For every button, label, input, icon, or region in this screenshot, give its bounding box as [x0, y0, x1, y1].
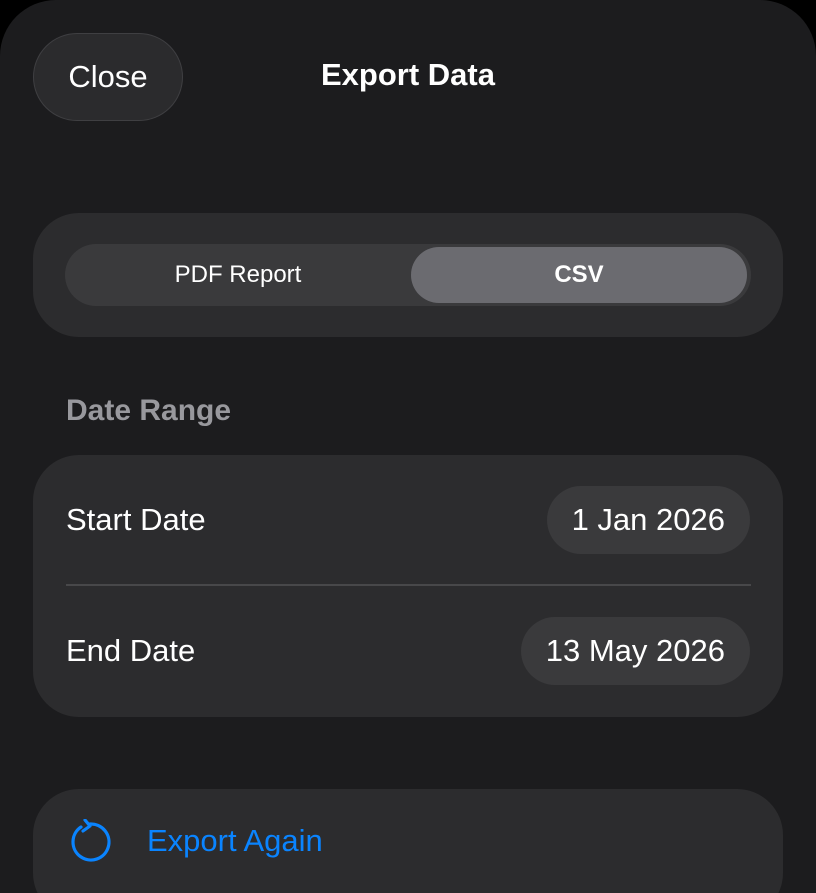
end-date-picker[interactable]: 13 May 2026 [520, 617, 750, 685]
start-date-row: Start Date 1 Jan 2026 [33, 455, 783, 585]
date-range-card: Start Date 1 Jan 2026 End Date 13 May 20… [33, 455, 783, 717]
start-date-label: Start Date [66, 502, 206, 537]
arrow-counterclockwise-icon [66, 818, 112, 865]
export-again-button[interactable]: Export Again [33, 789, 783, 893]
segment-pdf-report[interactable]: PDF Report [68, 247, 408, 303]
end-date-label: End Date [66, 633, 196, 668]
export-again-label: Export Again [147, 823, 323, 858]
segment-csv[interactable]: CSV [411, 247, 747, 303]
format-segmented-control: PDF Report CSV [65, 244, 751, 306]
export-sheet: Close Export Data PDF Report CSV Date Ra… [0, 0, 816, 893]
close-button[interactable]: Close [33, 33, 183, 121]
sheet-title-text: Export Data [321, 57, 495, 92]
end-date-row: End Date 13 May 2026 [33, 586, 783, 716]
format-card: PDF Report CSV [33, 213, 783, 337]
date-range-header: Date Range [66, 394, 232, 427]
start-date-picker[interactable]: 1 Jan 2026 [546, 486, 750, 554]
